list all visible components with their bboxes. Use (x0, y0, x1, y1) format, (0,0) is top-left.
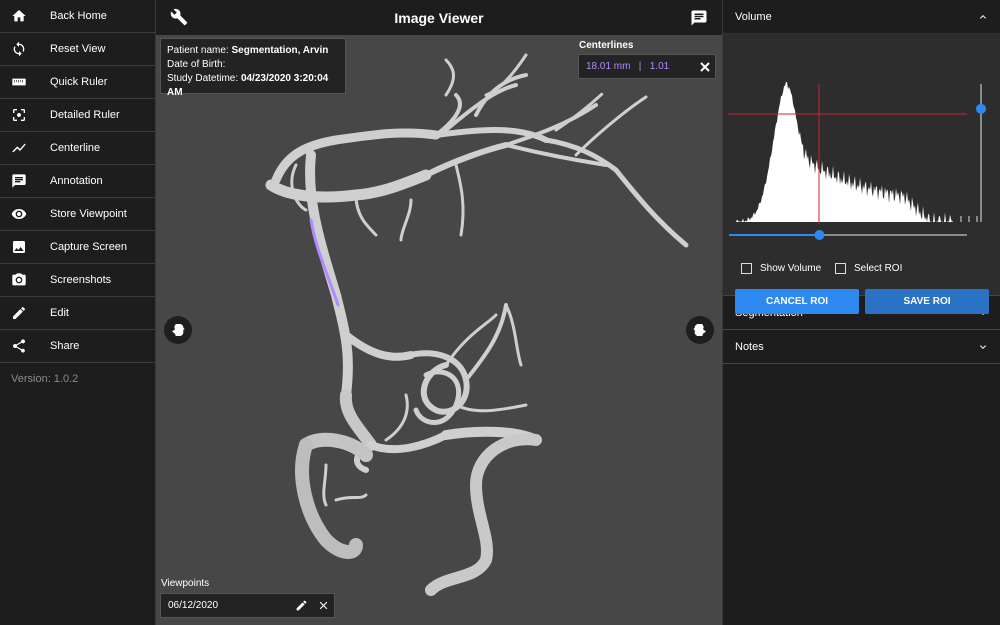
sidebar-item-label: Capture Screen (50, 241, 128, 253)
show-volume-checkbox[interactable]: Show Volume (741, 263, 821, 274)
volume-title: Volume (735, 10, 772, 23)
line-chart-icon (0, 140, 38, 156)
cancel-roi-button[interactable]: CANCEL ROI (735, 289, 859, 314)
viewpoint-date: 06/12/2020 (168, 600, 219, 611)
patient-info: Patient name: Segmentation, Arvin Date o… (160, 38, 346, 98)
sidebar-item-share[interactable]: Share (0, 330, 155, 363)
sidebar-item-detailed-ruler[interactable]: Detailed Ruler (0, 99, 155, 132)
sidebar-item-screenshots[interactable]: Screenshots (0, 264, 155, 297)
sidebar-item-centerline[interactable]: Centerline (0, 132, 155, 165)
chevron-down-icon (980, 344, 986, 349)
patient-name-label: Patient name: (167, 45, 229, 56)
ruler-icon (0, 74, 38, 90)
rotate-right-icon[interactable] (686, 316, 714, 344)
sidebar-item-label: Store Viewpoint (50, 208, 127, 220)
centerlines-box: 18.01 mm | 1.01 (578, 54, 716, 79)
volume-panel: Show Volume Select ROI CANCEL ROI SAVE R… (723, 33, 1000, 314)
sidebar-item-reset-view[interactable]: Reset View (0, 33, 155, 66)
centerline-values: 18.01 mm | 1.01 (586, 61, 670, 72)
sidebar-item-label: Reset View (50, 43, 106, 55)
select-roi-label: Select ROI (854, 263, 903, 274)
image-icon (0, 239, 38, 255)
viewer-title: Image Viewer (394, 10, 484, 26)
sync-icon (0, 41, 38, 57)
horizontal-slider-thumb[interactable] (814, 230, 825, 240)
comment-icon[interactable] (690, 9, 708, 27)
close-icon[interactable] (312, 599, 334, 612)
right-panel: Volume Show Volume Select ROI CANCEL ROI… (722, 0, 1000, 625)
volume-accordion-header[interactable]: Volume (723, 0, 1000, 33)
share-icon (0, 338, 38, 354)
sidebar-item-label: Annotation (50, 175, 103, 187)
patient-name: Segmentation, Arvin (231, 45, 329, 56)
sidebar-item-capture-screen[interactable]: Capture Screen (0, 231, 155, 264)
image-viewer[interactable]: Image Viewer Patient name: Segmentation,… (156, 0, 722, 625)
sidebar-item-label: Edit (50, 307, 69, 319)
checkbox-icon (741, 263, 752, 274)
study-datetime-label: Study Datetime: (167, 73, 239, 84)
sidebar-item-quick-ruler[interactable]: Quick Ruler (0, 66, 155, 99)
viewpoint-item[interactable]: 06/12/2020 (160, 593, 335, 618)
home-icon (0, 8, 38, 24)
sidebar-item-back-home[interactable]: Back Home (0, 0, 155, 33)
eye-icon (0, 206, 38, 222)
centerlines-label: Centerlines (579, 40, 634, 51)
pencil-icon (0, 305, 38, 321)
sidebar-item-label: Screenshots (50, 274, 112, 286)
show-volume-label: Show Volume (760, 263, 822, 274)
notes-accordion-header[interactable]: Notes (723, 330, 1000, 363)
histogram-area (733, 82, 953, 222)
sidebar-item-label: Quick Ruler (50, 76, 108, 88)
close-icon[interactable] (695, 61, 715, 72)
save-roi-button[interactable]: SAVE ROI (865, 289, 989, 314)
pencil-icon[interactable] (290, 599, 312, 612)
chat-icon (0, 173, 38, 189)
vessel-3d-render[interactable] (156, 35, 722, 625)
checkbox-icon (835, 263, 846, 274)
version-text: Version: 1.0.2 (11, 373, 79, 385)
select-roi-checkbox[interactable]: Select ROI (835, 263, 902, 274)
sidebar-item-label: Share (50, 340, 80, 352)
camera-icon (0, 272, 38, 288)
notes-title: Notes (735, 340, 764, 353)
sidebar-item-label: Back Home (50, 10, 107, 22)
focus-icon (0, 107, 38, 123)
rotate-left-icon[interactable] (164, 316, 192, 344)
dob-label: Date of Birth: (167, 59, 226, 70)
sidebar: Back Home Reset View Quick Ruler Detailed R… (0, 0, 156, 625)
sidebar-item-edit[interactable]: Edit (0, 297, 155, 330)
histogram[interactable] (723, 34, 1000, 254)
viewer-header: Image Viewer (156, 0, 722, 35)
sidebar-item-label: Detailed Ruler (50, 109, 120, 121)
vertical-slider-thumb[interactable] (976, 103, 986, 114)
viewpoints-label: Viewpoints (161, 578, 210, 589)
chevron-up-icon (980, 14, 986, 19)
sidebar-item-annotation[interactable]: Annotation (0, 165, 155, 198)
sidebar-item-store-viewpoint[interactable]: Store Viewpoint (0, 198, 155, 231)
sidebar-item-label: Centerline (50, 142, 101, 154)
